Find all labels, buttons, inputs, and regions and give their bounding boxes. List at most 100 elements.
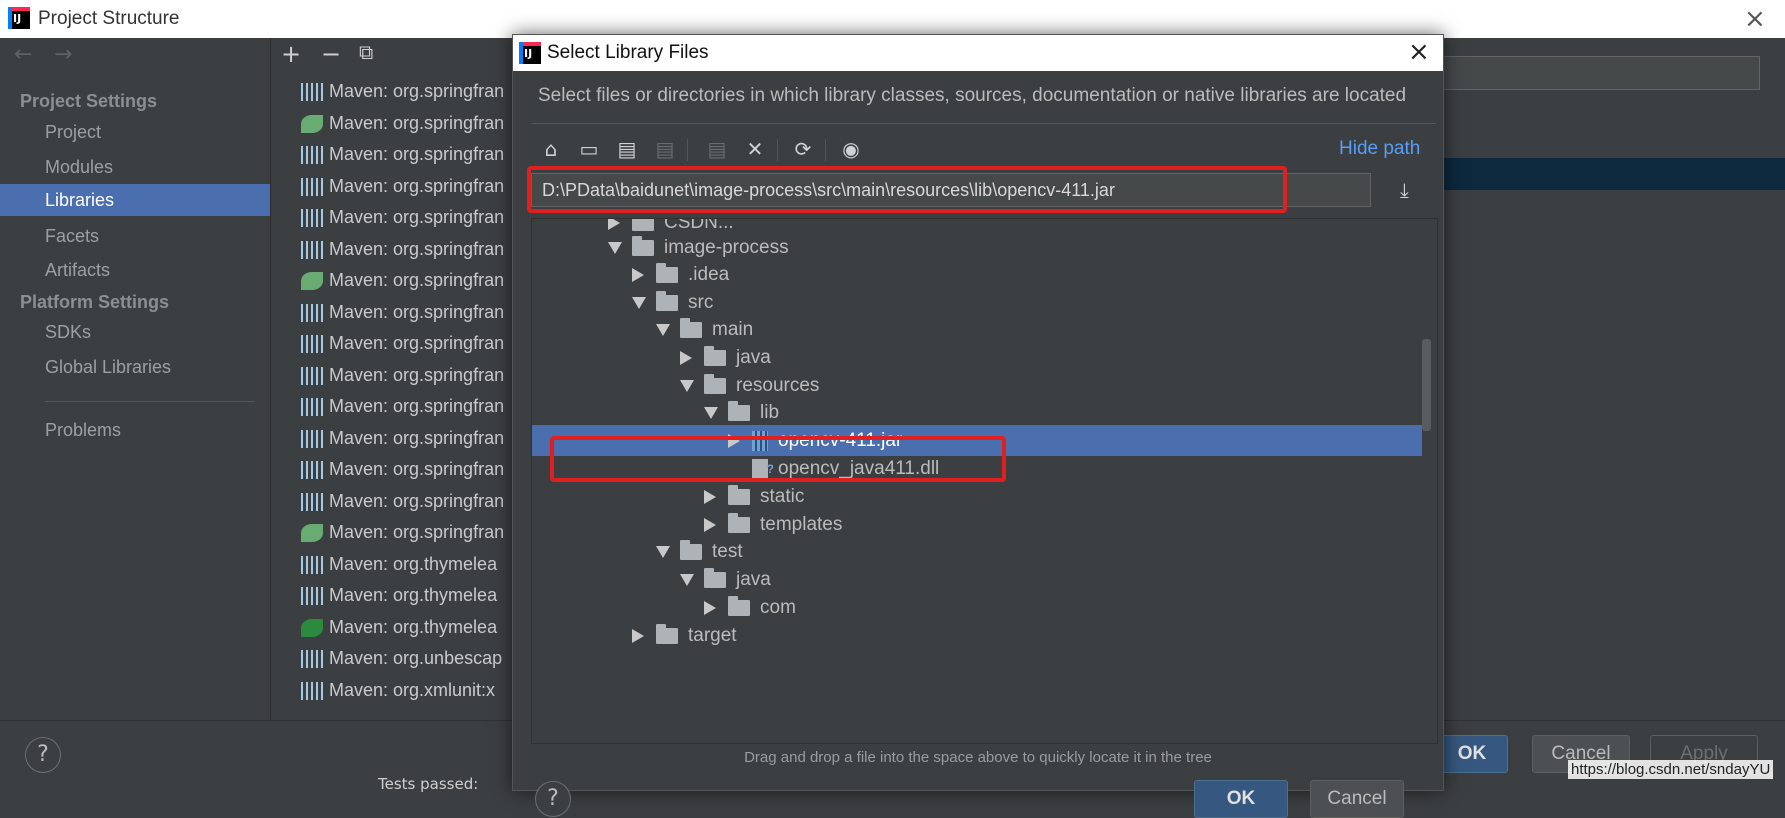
main-ok-button[interactable]: OK	[1436, 735, 1508, 773]
maven-lib-icon	[301, 461, 323, 480]
folder-icon	[632, 219, 654, 231]
library-list-item[interactable]: Maven: org.springfran	[271, 202, 516, 233]
dialog-help-button[interactable]: ?	[535, 781, 571, 817]
library-list-item[interactable]: Maven: org.springfran	[271, 423, 516, 454]
library-list-item[interactable]: Maven: org.springfran	[271, 391, 516, 422]
maven-lib-icon	[301, 366, 323, 385]
library-list-item[interactable]: Maven: org.springfran	[271, 517, 516, 548]
tree-scrollbar[interactable]	[1422, 339, 1431, 431]
sidebar-item-problems[interactable]: Problems	[0, 414, 270, 446]
collapsed-arrow-icon[interactable]	[632, 267, 644, 282]
library-list-item[interactable]: Maven: org.thymelea	[271, 580, 516, 611]
tree-node[interactable]: java	[532, 564, 1422, 595]
new-folder-icon[interactable]: ▤	[703, 135, 731, 163]
spring-leaf-icon	[301, 114, 323, 133]
tree-node-label: java	[736, 569, 771, 590]
dialog-title-bar: IJ Select Library Files ×	[513, 35, 1443, 71]
svg-text:IJ: IJ	[524, 47, 532, 60]
library-root-row[interactable]	[1440, 158, 1785, 190]
main-help-button[interactable]: ?	[25, 737, 61, 773]
maven-lib-icon	[301, 209, 323, 228]
folder-icon	[728, 595, 750, 616]
tree-node[interactable]: lib	[532, 397, 1422, 428]
back-arrow-icon[interactable]: ←	[14, 42, 32, 67]
library-list-item[interactable]: Maven: org.springfran	[271, 139, 516, 170]
expanded-arrow-icon[interactable]	[656, 323, 670, 336]
refresh-icon[interactable]: ⟳	[789, 135, 817, 163]
add-library-icon[interactable]: +	[281, 40, 301, 68]
download-icon[interactable]: ⤓	[1400, 178, 1409, 202]
library-list-item[interactable]: Maven: org.springfran	[271, 171, 516, 202]
hide-path-link[interactable]: Hide path	[1339, 138, 1420, 160]
library-list-item[interactable]: Maven: org.springfran	[271, 297, 516, 328]
folder-icon	[728, 512, 750, 533]
collapsed-arrow-icon[interactable]	[680, 350, 692, 365]
collapsed-arrow-icon[interactable]	[704, 600, 716, 615]
library-item-label: Maven: org.springfran	[329, 364, 505, 385]
library-list-item[interactable]: Maven: org.thymelea	[271, 549, 516, 580]
library-name-field[interactable]	[1440, 56, 1760, 90]
maven-lib-icon	[301, 398, 323, 417]
toolbar-separator	[777, 139, 778, 161]
tree-node[interactable]: test	[532, 536, 1422, 567]
sidebar-item-artifacts[interactable]: Artifacts	[0, 254, 270, 286]
library-list-item[interactable]: Maven: org.springfran	[271, 234, 516, 265]
tree-node[interactable]: target	[532, 620, 1422, 651]
folder-icon	[704, 373, 726, 394]
collapsed-arrow-icon[interactable]	[704, 517, 716, 532]
desktop-icon[interactable]: ▭	[575, 135, 603, 163]
library-list-item[interactable]: Maven: org.springfran	[271, 486, 516, 517]
library-list-item[interactable]: Maven: org.springfran	[271, 360, 516, 391]
project-folder-icon[interactable]: ▤	[613, 135, 641, 163]
tree-node[interactable]: java	[532, 342, 1422, 373]
expanded-arrow-icon[interactable]	[680, 573, 694, 586]
collapsed-arrow-icon[interactable]	[704, 489, 716, 504]
show-hidden-icon[interactable]: ◉	[837, 135, 865, 163]
dialog-ok-button[interactable]: OK	[1194, 780, 1288, 818]
jar-highlight-box	[550, 436, 1006, 482]
collapsed-arrow-icon[interactable]	[632, 628, 644, 643]
expanded-arrow-icon[interactable]	[656, 545, 670, 558]
dialog-cancel-button[interactable]: Cancel	[1310, 780, 1404, 818]
maven-lib-icon	[301, 83, 323, 102]
maven-lib-icon	[301, 587, 323, 606]
forward-arrow-icon[interactable]: →	[54, 42, 72, 67]
library-list-item[interactable]: Maven: org.xmlunit:x	[271, 675, 516, 706]
library-list-item[interactable]: Maven: org.springfran	[271, 108, 516, 139]
toolbar-separator	[825, 139, 826, 161]
tree-node[interactable]: com	[532, 592, 1422, 623]
library-list-item[interactable]: Maven: org.springfran	[271, 454, 516, 485]
sidebar-item-project[interactable]: Project	[0, 116, 270, 148]
sidebar-item-modules[interactable]: Modules	[0, 151, 270, 183]
library-item-label: Maven: org.springfran	[329, 427, 505, 448]
library-list-item[interactable]: Maven: org.springfran	[271, 76, 516, 107]
expanded-arrow-icon[interactable]	[632, 296, 646, 309]
library-list-item[interactable]: Maven: org.springfran	[271, 265, 516, 296]
remove-library-icon[interactable]: −	[321, 40, 341, 68]
library-list-item[interactable]: Maven: org.thymelea	[271, 612, 516, 643]
delete-icon[interactable]: ✕	[741, 135, 769, 163]
expanded-arrow-icon[interactable]	[680, 379, 694, 392]
expanded-arrow-icon[interactable]	[704, 406, 718, 419]
library-item-label: Maven: org.springfran	[329, 112, 505, 133]
window-close-icon[interactable]: ×	[1744, 4, 1766, 34]
folder-icon	[728, 400, 750, 421]
collapsed-arrow-icon[interactable]	[608, 219, 620, 230]
expanded-arrow-icon[interactable]	[608, 241, 622, 254]
folder-icon	[656, 623, 678, 644]
library-list-item[interactable]: Maven: org.unbescap	[271, 643, 516, 674]
sidebar-item-libraries[interactable]: Libraries	[0, 184, 270, 216]
tree-node[interactable]: static	[532, 481, 1422, 512]
tree-node[interactable]: main	[532, 314, 1422, 345]
library-list-item[interactable]: Maven: org.springfran	[271, 328, 516, 359]
home-icon[interactable]: ⌂	[537, 135, 565, 163]
sidebar-item-global-libraries[interactable]: Global Libraries	[0, 351, 270, 383]
sidebar-item-sdks[interactable]: SDKs	[0, 316, 270, 348]
folder-icon	[632, 235, 654, 256]
dialog-close-icon[interactable]: ×	[1408, 37, 1430, 67]
copy-library-icon[interactable]: ⧉	[359, 40, 373, 64]
platform-settings-header: Platform Settings	[20, 292, 170, 312]
sidebar-item-facets[interactable]: Facets	[0, 220, 270, 252]
module-folder-icon[interactable]: ▤	[651, 135, 679, 163]
tree-node[interactable]: .idea	[532, 259, 1422, 290]
